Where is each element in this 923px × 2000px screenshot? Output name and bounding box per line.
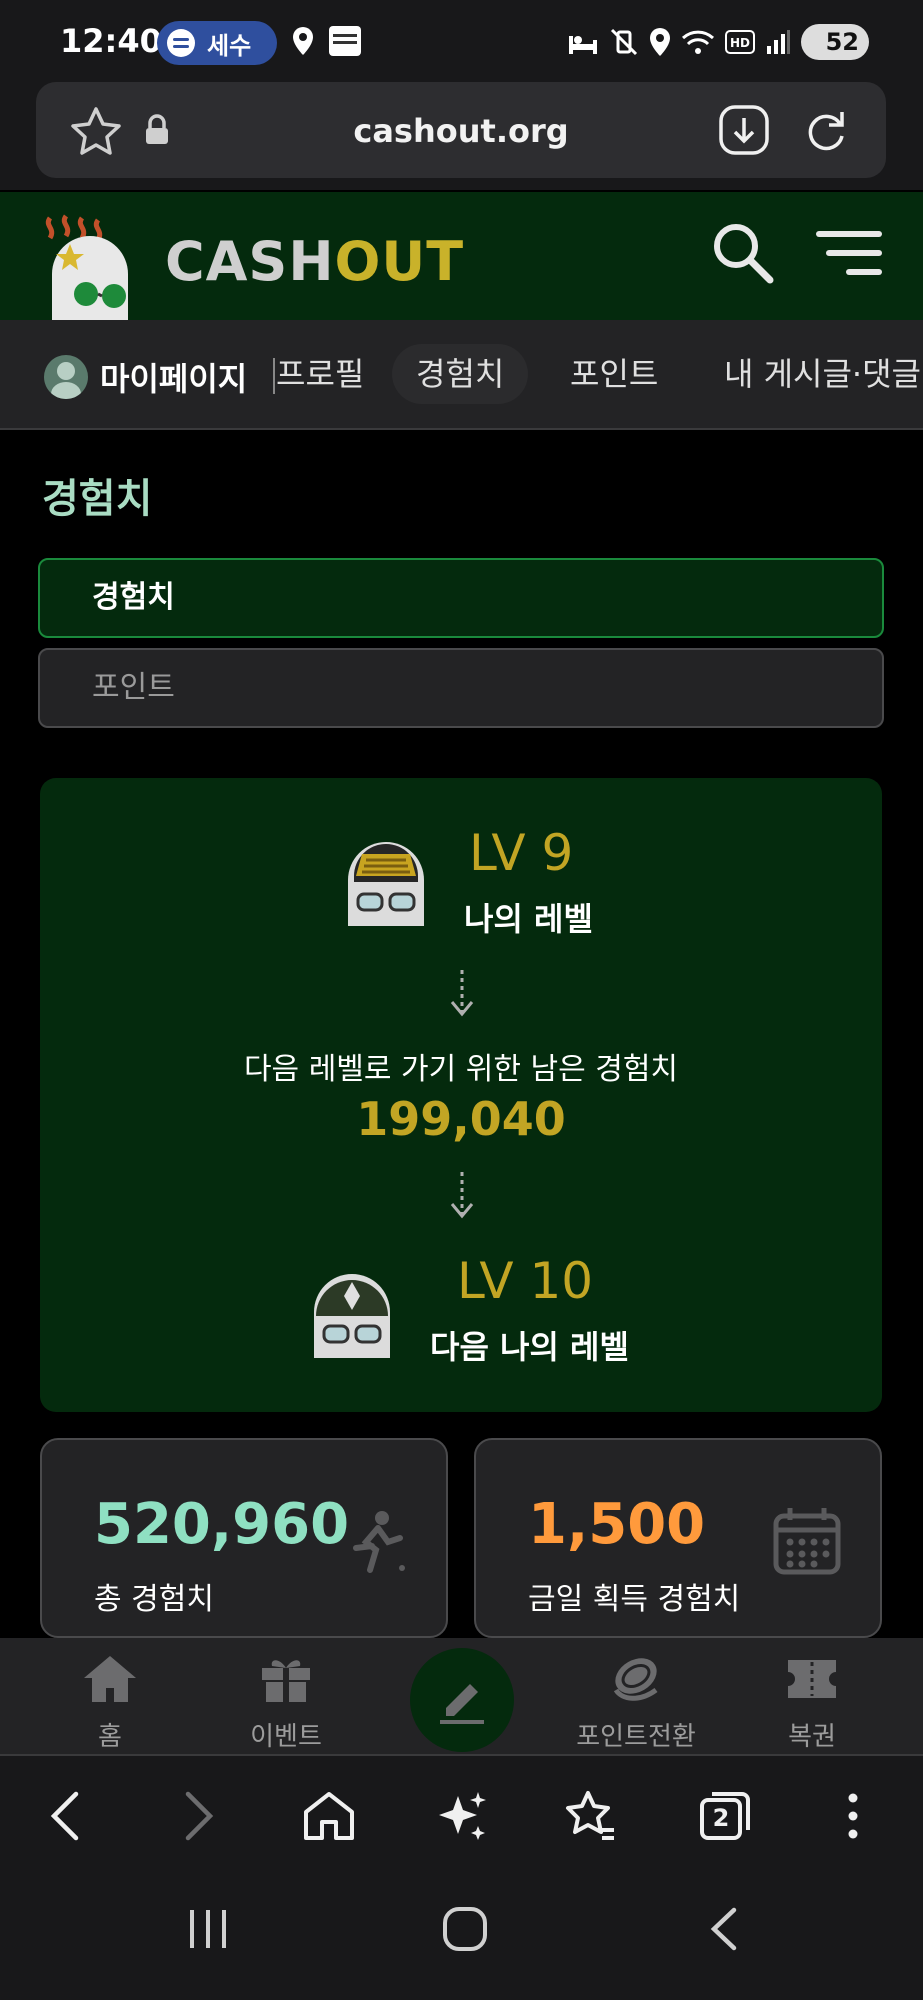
nav-home[interactable]: 홈: [40, 1654, 180, 1753]
running-icon: [353, 1511, 405, 1573]
ticket-icon: [788, 1660, 836, 1698]
timeway-manager-icon: [329, 26, 361, 56]
logo-out-text: OUT: [334, 230, 465, 293]
today-exp-label: 금일 획득 경험치: [528, 1582, 741, 1617]
wifi-icon: [681, 30, 715, 54]
battery-icon: 52: [801, 24, 869, 60]
arrow-down-icon: [450, 970, 474, 1017]
total-exp-value: 520,960: [94, 1492, 350, 1557]
arrow-down-icon: [450, 1172, 474, 1219]
signal-icon: [767, 30, 790, 54]
back-icon[interactable]: [44, 1790, 88, 1842]
level-card: LV 9 나의 레벨 다음 레벨로 가기 위한 남은 경험치 199,040 L…: [40, 778, 882, 1412]
logo-cash-text: CASH: [165, 230, 335, 293]
hd-icon: HD: [725, 30, 755, 54]
nav-lottery-label: 복권: [788, 1722, 836, 1752]
mypage-title: 마이페이지: [100, 360, 248, 398]
spotify-label: 세수: [207, 31, 252, 60]
nav-home-label: 홈: [98, 1722, 122, 1752]
nav-lottery[interactable]: 복권: [742, 1654, 882, 1753]
forward-icon[interactable]: [176, 1790, 220, 1842]
reload-icon[interactable]: [800, 104, 852, 156]
svg-text:HD: HD: [730, 36, 750, 50]
current-level-label: 나의 레벨: [464, 900, 593, 938]
back-button-icon[interactable]: [706, 1906, 742, 1952]
url-field[interactable]: cashout.org: [36, 82, 886, 178]
browser-toolbar: 2: [0, 1756, 923, 1876]
spotify-pill[interactable]: 세수: [157, 21, 277, 65]
next-level-label: 다음 나의 레벨: [430, 1328, 629, 1366]
today-exp-value: 1,500: [528, 1492, 706, 1557]
tab-points[interactable]: 포인트: [546, 344, 682, 404]
home-icon: [84, 1656, 136, 1702]
home-button-icon[interactable]: [442, 1906, 488, 1952]
spotify-icon: [167, 29, 195, 57]
nav-point-convert-label: 포인트전환: [576, 1722, 696, 1752]
app-bottom-nav: 홈 이벤트 포인트전환 복권: [0, 1638, 923, 1756]
tab-experience[interactable]: 경험치: [392, 344, 529, 404]
experience-tab-button[interactable]: 경험치: [38, 558, 884, 638]
location-icon: [650, 28, 670, 56]
points-tab-button[interactable]: 포인트: [38, 648, 884, 728]
today-exp-card: 1,500 금일 획득 경험치: [474, 1438, 882, 1638]
bed-icon: [569, 36, 597, 54]
search-icon[interactable]: [710, 220, 776, 286]
nav-event-label: 이벤트: [250, 1722, 322, 1752]
coins-icon: [613, 1658, 658, 1701]
avatar: [44, 355, 88, 399]
next-level: LV 10: [457, 1252, 594, 1310]
site-logo[interactable]: CASHOUT: [165, 230, 464, 293]
browser-address-bar: cashout.org: [0, 80, 923, 190]
more-icon[interactable]: [838, 1790, 868, 1842]
logo-mascot-icon[interactable]: [38, 214, 150, 320]
total-exp-label: 총 경험치: [94, 1582, 214, 1617]
bookmarks-icon[interactable]: [564, 1790, 618, 1842]
total-exp-card: 520,960 총 경험치: [40, 1438, 448, 1638]
menu-icon[interactable]: [816, 228, 882, 278]
level-9-badge-icon: [348, 842, 424, 926]
gift-icon: [262, 1660, 310, 1702]
home-icon[interactable]: [302, 1790, 356, 1842]
remaining-exp-value: 199,040: [356, 1092, 566, 1146]
site-header: CASHOUT: [0, 192, 923, 320]
status-time: 12:40: [60, 22, 162, 60]
current-level: LV 9: [469, 824, 574, 882]
nav-point-convert[interactable]: 포인트전환: [566, 1654, 706, 1753]
tab-count: 2: [712, 1804, 730, 1832]
status-bar: 12:40 세수 HD 52: [0, 0, 923, 80]
calendar-icon: [773, 1508, 841, 1575]
nav-event[interactable]: 이벤트: [216, 1654, 356, 1753]
ai-sparkle-icon[interactable]: [434, 1790, 488, 1842]
recent-apps-icon[interactable]: [186, 1906, 230, 1952]
tab-profile[interactable]: 프로필: [252, 344, 388, 404]
pencil-icon: [440, 1684, 484, 1724]
write-button[interactable]: [410, 1648, 514, 1752]
android-nav-bar: [0, 1876, 923, 2000]
tab-my-posts[interactable]: 내 게시글·댓글: [700, 344, 923, 404]
level-10-badge-icon: [314, 1274, 390, 1358]
vibrate-off-icon: [610, 28, 638, 56]
download-icon[interactable]: [718, 104, 770, 156]
tabs-button[interactable]: 2: [698, 1790, 752, 1842]
location-icon: [293, 27, 313, 55]
page-title: 경험치: [42, 476, 153, 522]
mypage-nav: 마이페이지 프로필 경험치 포인트 내 게시글·댓글: [0, 320, 923, 430]
remaining-exp-label: 다음 레벨로 가기 위한 남은 경험치: [243, 1052, 679, 1087]
